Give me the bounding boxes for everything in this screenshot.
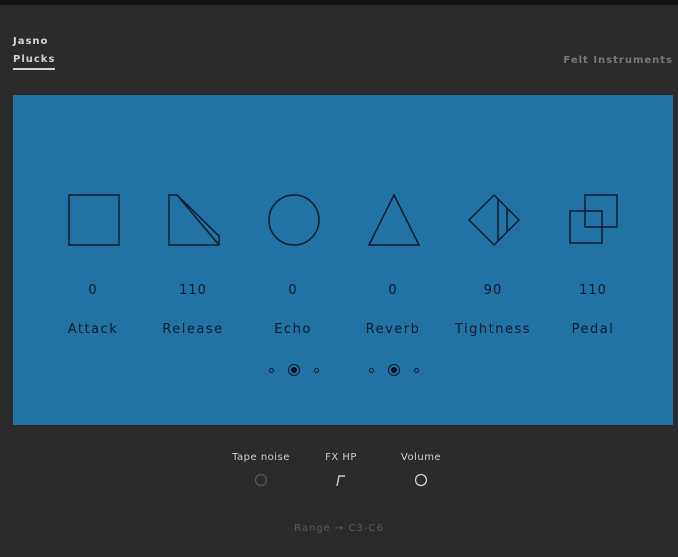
controls-panel: 0 Attack 110 Release 0 Echo 0 Reverb 90 … — [13, 95, 673, 425]
pager-dot[interactable] — [314, 367, 319, 373]
pedal-label: Pedal — [571, 322, 615, 337]
tape-noise-control[interactable]: Tape noise — [221, 452, 301, 491]
tightness-label: Tightness — [454, 322, 532, 337]
volume-label: Volume — [400, 452, 442, 463]
app-brand: Jasno — [13, 36, 49, 47]
pager-dot[interactable] — [369, 367, 374, 373]
pager-dot[interactable] — [269, 367, 274, 373]
fx-hp-control[interactable]: FX HP — [301, 452, 381, 491]
preset-tab[interactable]: Plucks — [13, 54, 56, 70]
tape-noise-label: Tape noise — [232, 452, 290, 463]
pager-dot[interactable] — [414, 367, 419, 373]
square-icon — [68, 194, 120, 246]
pager-dot-active[interactable] — [288, 364, 300, 376]
release-shape-icon — [168, 194, 220, 246]
triangle-icon — [367, 193, 421, 246]
range-indicator: Range → C3-C6 — [294, 523, 384, 534]
pager-dot-active[interactable] — [388, 364, 400, 376]
window-top-bar — [0, 0, 678, 5]
fx-hp-label: FX HP — [325, 452, 357, 463]
pager-right — [362, 362, 426, 378]
tape-noise-knob-icon[interactable] — [254, 473, 268, 487]
pager-left — [262, 362, 326, 378]
reverb-value: 0 — [388, 283, 398, 298]
overlapping-squares-icon — [569, 194, 618, 244]
vendor-name: Felt Instruments — [563, 55, 673, 66]
release-value: 110 — [179, 283, 207, 298]
release-label: Release — [162, 322, 224, 337]
diamond-icon — [467, 193, 521, 247]
pedal-value: 110 — [579, 283, 607, 298]
attack-value: 0 — [88, 283, 98, 298]
echo-value: 0 — [288, 283, 298, 298]
attack-label: Attack — [67, 322, 119, 337]
volume-knob-icon[interactable] — [414, 473, 428, 487]
echo-label: Echo — [274, 322, 312, 337]
volume-control[interactable]: Volume — [381, 452, 461, 491]
highpass-filter-icon[interactable] — [334, 473, 348, 487]
circle-icon — [268, 194, 320, 246]
tightness-value: 90 — [483, 283, 503, 298]
reverb-label: Reverb — [365, 322, 421, 337]
